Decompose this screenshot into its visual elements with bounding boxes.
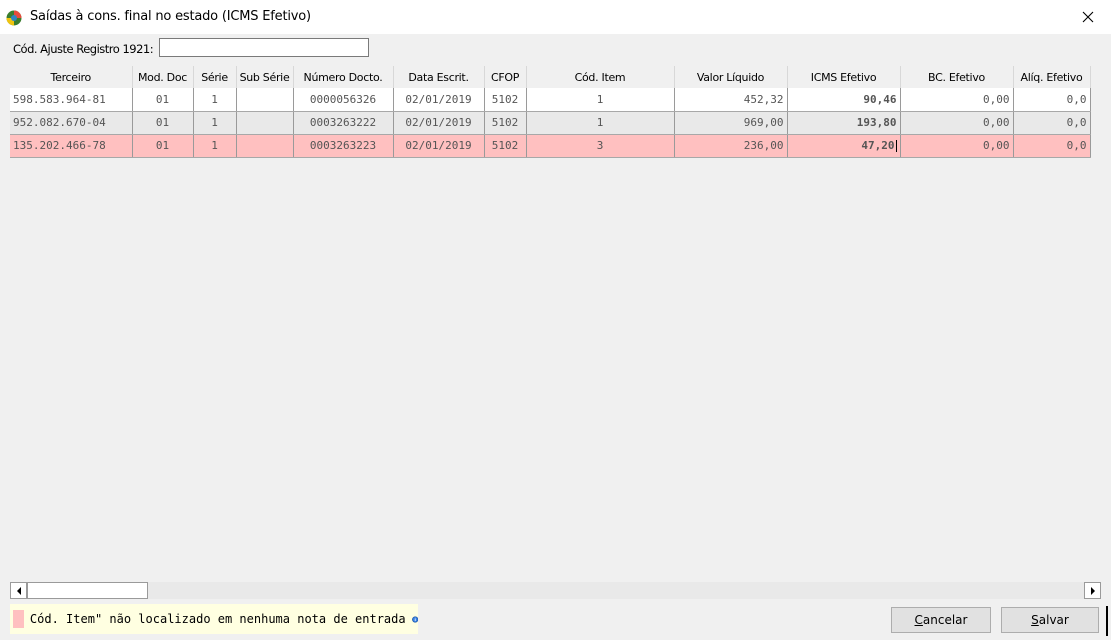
cell-serie[interactable]: 1 — [193, 111, 237, 135]
cell-cod-item[interactable]: 1 — [526, 88, 675, 112]
cell-numero-docto[interactable]: 0003263222 — [293, 111, 394, 135]
cell-sub-serie[interactable] — [236, 88, 294, 112]
cell-bc-efetivo[interactable]: 0,00 — [900, 134, 1014, 158]
column-header-mod-doc[interactable]: Mod. Doc — [132, 66, 194, 88]
table-row[interactable]: 598.583.964-81 01 1 0000056326 02/01/201… — [10, 88, 1091, 112]
cell-mod-doc[interactable]: 01 — [132, 111, 194, 135]
scroll-left-button[interactable] — [10, 582, 27, 599]
cell-mod-doc[interactable]: 01 — [132, 134, 194, 158]
column-header-numero-docto[interactable]: Número Docto. — [293, 66, 394, 88]
legend-bar: Cód. Item" não localizado em nenhuma not… — [10, 604, 418, 634]
cell-numero-docto[interactable]: 0000056326 — [293, 88, 394, 112]
close-icon — [1082, 11, 1094, 23]
cell-sub-serie[interactable] — [236, 134, 294, 158]
icms-efetivo-value: 47,20 — [861, 139, 895, 152]
cell-cfop[interactable]: 5102 — [484, 111, 527, 135]
cell-terceiro[interactable]: 952.082.670-04 — [10, 111, 133, 135]
text-caret — [895, 140, 897, 152]
app-icon — [6, 10, 22, 26]
arrow-left-icon — [16, 586, 21, 595]
info-icon[interactable] — [411, 611, 418, 628]
column-header-data-escrit[interactable]: Data Escrit. — [393, 66, 485, 88]
cell-valor-liquido[interactable]: 969,00 — [674, 111, 788, 135]
close-button[interactable] — [1065, 0, 1111, 34]
cell-cfop[interactable]: 5102 — [484, 134, 527, 158]
column-header-terceiro[interactable]: Terceiro — [10, 66, 133, 88]
cell-data-escrit[interactable]: 02/01/2019 — [393, 88, 485, 112]
ajuste-input[interactable] — [159, 38, 369, 57]
arrow-right-icon — [1090, 586, 1095, 595]
cell-icms-efetivo[interactable]: 193,80 — [787, 111, 901, 135]
scroll-right-button[interactable] — [1084, 582, 1101, 599]
table-row[interactable]: 952.082.670-04 01 1 0003263222 02/01/201… — [10, 111, 1091, 135]
ajuste-label: Cód. Ajuste Registro 1921: — [13, 42, 154, 56]
column-header-icms-efetivo[interactable]: ICMS Efetivo — [787, 66, 901, 88]
column-header-aliq-efetivo[interactable]: Alíq. Efetivo — [1013, 66, 1091, 88]
column-header-cod-item[interactable]: Cód. Item — [526, 66, 675, 88]
window-title: Saídas à cons. final no estado (ICMS Efe… — [30, 9, 311, 24]
cell-valor-liquido[interactable]: 452,32 — [674, 88, 788, 112]
cell-cod-item[interactable]: 3 — [526, 134, 675, 158]
cell-bc-efetivo[interactable]: 0,00 — [900, 111, 1014, 135]
cell-serie[interactable]: 1 — [193, 88, 237, 112]
cell-aliq-efetivo[interactable]: 0,0 — [1013, 111, 1091, 135]
cell-aliq-efetivo[interactable]: 0,0 — [1013, 134, 1091, 158]
save-button-label: Salvar — [1031, 613, 1069, 627]
title-bar: Saídas à cons. final no estado (ICMS Efe… — [0, 0, 1111, 34]
cell-serie[interactable]: 1 — [193, 134, 237, 158]
cancel-button[interactable]: Cancelar — [891, 607, 991, 633]
legend-text: Cód. Item" não localizado em nenhuma not… — [29, 612, 406, 626]
save-button[interactable]: Salvar — [1001, 607, 1099, 633]
cell-valor-liquido[interactable]: 236,00 — [674, 134, 788, 158]
cell-icms-efetivo[interactable]: 90,46 — [787, 88, 901, 112]
table-row[interactable]: 135.202.466-78 01 1 0003263223 02/01/201… — [10, 134, 1091, 158]
cell-bc-efetivo[interactable]: 0,00 — [900, 88, 1014, 112]
column-header-bc-efetivo[interactable]: BC. Efetivo — [900, 66, 1014, 88]
grid-header-row: Terceiro Mod. Doc Série Sub Série Número… — [10, 66, 1091, 88]
legend-color-swatch — [13, 610, 24, 628]
resize-grip — [1106, 606, 1108, 636]
cell-cfop[interactable]: 5102 — [484, 88, 527, 112]
cell-aliq-efetivo[interactable]: 0,0 — [1013, 88, 1091, 112]
column-header-valor-liquido[interactable]: Valor Líquido — [674, 66, 788, 88]
cell-terceiro[interactable]: 135.202.466-78 — [10, 134, 133, 158]
data-grid[interactable]: Terceiro Mod. Doc Série Sub Série Número… — [10, 66, 1101, 582]
cell-numero-docto[interactable]: 0003263223 — [293, 134, 394, 158]
cancel-button-label: Cancelar — [914, 613, 968, 627]
cell-cod-item[interactable]: 1 — [526, 111, 675, 135]
scrollbar-thumb[interactable] — [27, 582, 148, 599]
column-header-serie[interactable]: Série — [193, 66, 237, 88]
column-header-cfop[interactable]: CFOP — [484, 66, 527, 88]
cell-data-escrit[interactable]: 02/01/2019 — [393, 134, 485, 158]
column-header-sub-serie[interactable]: Sub Série — [236, 66, 294, 88]
cell-data-escrit[interactable]: 02/01/2019 — [393, 111, 485, 135]
horizontal-scrollbar[interactable] — [10, 582, 1101, 599]
cell-mod-doc[interactable]: 01 — [132, 88, 194, 112]
cell-sub-serie[interactable] — [236, 111, 294, 135]
cell-icms-efetivo-editing[interactable]: 47,20 — [787, 134, 901, 158]
cell-terceiro[interactable]: 598.583.964-81 — [10, 88, 133, 112]
